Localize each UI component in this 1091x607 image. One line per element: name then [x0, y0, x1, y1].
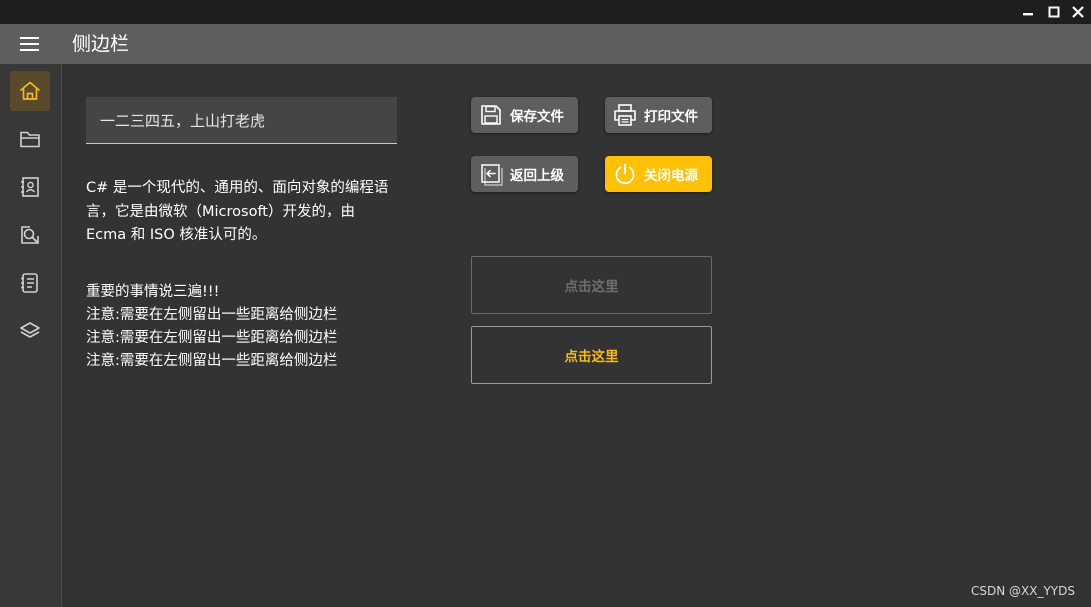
paragraph-line: 言，它是由微软（Microsoft）开发的，由 [86, 203, 355, 220]
back-icon [479, 162, 503, 186]
save-icon [479, 103, 503, 127]
click-here-label: 点击这里 [564, 279, 619, 295]
note-line: 注意:需要在左侧留出一些距离给侧边栏 [86, 307, 338, 323]
note-line: 注意:需要在左侧留出一些距离给侧边栏 [86, 353, 338, 369]
sidebar [0, 64, 62, 607]
app-bar: 侧边栏 [0, 24, 1091, 64]
folder-icon [20, 131, 40, 148]
sidebar-item-notes[interactable] [10, 263, 50, 303]
click-here-button[interactable]: 点击这里 [471, 326, 712, 384]
sidebar-item-contacts[interactable] [10, 167, 50, 207]
close-icon [1072, 6, 1084, 18]
search-document-icon [21, 226, 39, 244]
minimize-icon [1023, 13, 1033, 16]
power-icon [613, 162, 637, 186]
sidebar-item-folder[interactable] [10, 119, 50, 159]
go-back-label: 返回上级 [510, 168, 564, 184]
contact-card-icon [21, 177, 39, 197]
maximize-icon [1048, 6, 1060, 18]
save-file-button[interactable]: 保存文件 [471, 97, 578, 133]
layers-icon [20, 322, 40, 338]
menu-button[interactable] [14, 33, 46, 55]
description-paragraph: C# 是一个现代的、通用的、面向对象的编程语 言，它是由微软（Microsoft… [86, 177, 426, 248]
printer-icon [613, 103, 637, 127]
maximize-button[interactable] [1042, 0, 1066, 24]
note-line: 注意:需要在左侧留出一些距离给侧边栏 [86, 330, 338, 346]
text-input[interactable] [86, 97, 397, 144]
paragraph-line: Ecma 和 ISO 核准认可的。 [86, 227, 267, 243]
print-file-label: 打印文件 [644, 109, 698, 125]
save-file-label: 保存文件 [510, 109, 564, 125]
sidebar-item-layers[interactable] [10, 311, 50, 351]
notes-block: 重要的事情说三遍!!! 注意:需要在左侧留出一些距离给侧边栏 注意:需要在左侧留… [86, 281, 426, 373]
go-back-button[interactable]: 返回上级 [471, 156, 578, 192]
home-icon [20, 81, 40, 100]
sidebar-item-search[interactable] [10, 215, 50, 255]
sidebar-item-home[interactable] [10, 71, 50, 111]
power-off-label: 关闭电源 [644, 168, 698, 184]
notes-list-icon [21, 273, 38, 293]
note-line: 重要的事情说三遍!!! [86, 284, 220, 300]
hamburger-menu-icon [20, 37, 39, 51]
power-off-button[interactable]: 关闭电源 [605, 156, 712, 192]
window-titlebar [0, 0, 1091, 24]
click-here-label: 点击这里 [564, 349, 619, 365]
app-title: 侧边栏 [72, 33, 130, 55]
print-file-button[interactable]: 打印文件 [605, 97, 712, 133]
paragraph-line: C# 是一个现代的、通用的、面向对象的编程语 [86, 180, 389, 196]
watermark: CSDN @XX_YYDS [971, 584, 1075, 598]
click-here-button-disabled: 点击这里 [471, 256, 712, 314]
minimize-button[interactable] [1016, 0, 1040, 24]
close-button[interactable] [1066, 0, 1090, 24]
